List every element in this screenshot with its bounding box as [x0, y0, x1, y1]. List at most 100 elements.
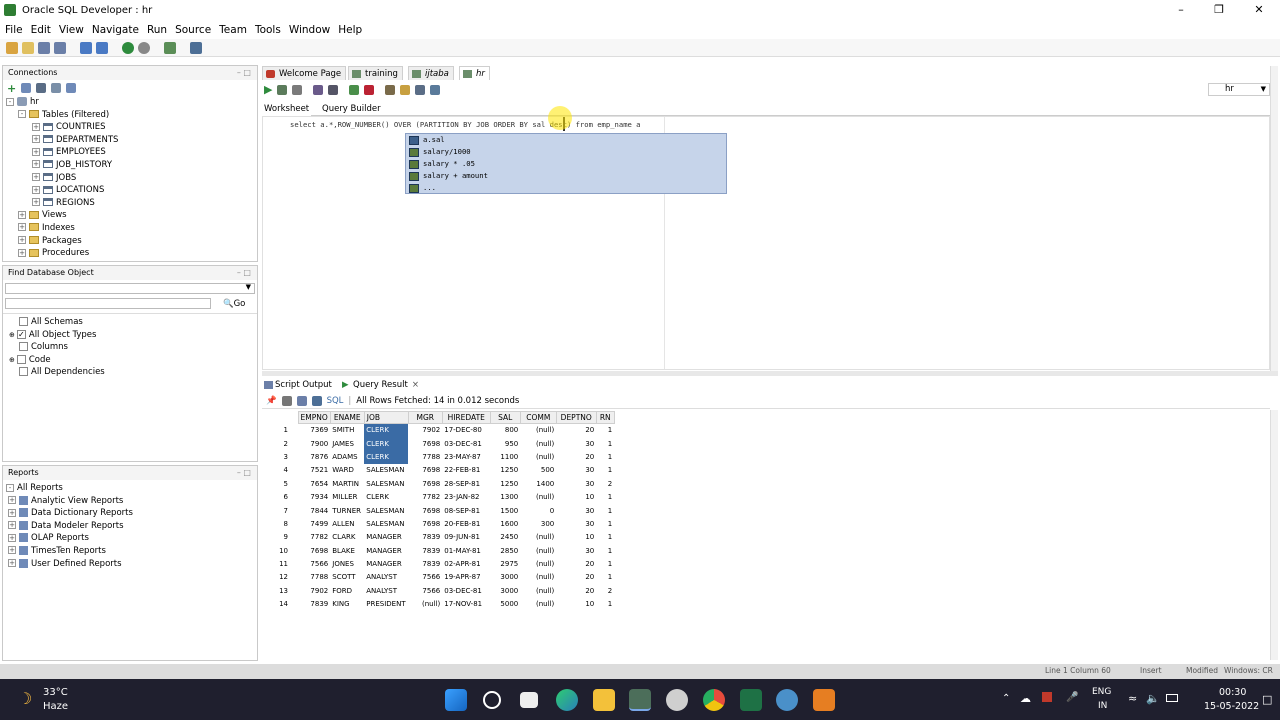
- table-row[interactable]: 6 7934 MILLER CLERK 7782 23-JAN-82 1300 (null) 1…: [262, 490, 614, 503]
- cell-rn[interactable]: 1: [596, 490, 614, 503]
- cell-hiredate[interactable]: 23-MAY-87: [442, 450, 490, 463]
- new-icon[interactable]: [6, 41, 18, 54]
- cell-job[interactable]: MANAGER: [364, 531, 408, 544]
- cell-sal[interactable]: 3000: [490, 584, 520, 597]
- cell-hiredate[interactable]: 03-DEC-81: [442, 584, 490, 597]
- cell-hiredate[interactable]: 17-NOV-81: [442, 598, 490, 611]
- menu-source[interactable]: Source: [175, 24, 211, 36]
- cell-hiredate[interactable]: 28-SEP-81: [442, 477, 490, 490]
- cell-sal[interactable]: 2450: [490, 531, 520, 544]
- cell-rn[interactable]: 1: [596, 544, 614, 557]
- cell-mgr[interactable]: 7902: [408, 424, 442, 437]
- cell-mgr[interactable]: 7788: [408, 450, 442, 463]
- cell-deptno[interactable]: 10: [556, 598, 596, 611]
- autocomplete-item[interactable]: salary * .05: [406, 158, 726, 170]
- result-scrollbar[interactable]: [1270, 410, 1278, 660]
- cell-mgr[interactable]: 7839: [408, 531, 442, 544]
- col-empno[interactable]: EMPNO: [297, 411, 331, 424]
- cell-rn[interactable]: 1: [596, 437, 614, 450]
- cell-sal[interactable]: 1300: [490, 490, 520, 503]
- tree-node-packages[interactable]: + Packages: [6, 235, 257, 248]
- run-statement-icon[interactable]: ▶: [264, 83, 272, 96]
- table-node[interactable]: + DEPARTMENTS: [6, 134, 257, 147]
- row-number[interactable]: 7: [262, 504, 298, 517]
- report-node[interactable]: + User Defined Reports: [6, 558, 257, 571]
- cell-mgr[interactable]: (null): [408, 598, 442, 611]
- row-number[interactable]: 5: [262, 477, 298, 490]
- menu-edit[interactable]: Edit: [31, 24, 51, 36]
- cell-sal[interactable]: 1600: [490, 517, 520, 530]
- cell-rn[interactable]: 1: [596, 464, 614, 477]
- autocomplete-item[interactable]: a.sal: [406, 134, 726, 146]
- table-row[interactable]: 1 7369 SMITH CLERK 7902 17-DEC-80 800 (null) 20 1: [262, 423, 614, 437]
- clear-icon[interactable]: [400, 84, 411, 95]
- close-button[interactable]: ✕: [1240, 0, 1278, 20]
- subtab-query-builder[interactable]: Query Builder: [322, 102, 381, 116]
- cell-hiredate[interactable]: 01-MAY-81: [442, 544, 490, 557]
- expand-icon[interactable]: ⊕: [9, 331, 15, 339]
- splitter[interactable]: [262, 371, 1278, 376]
- expand-icon[interactable]: +: [18, 236, 26, 245]
- expand-icon[interactable]: +: [8, 521, 16, 530]
- search-icon[interactable]: [483, 691, 501, 709]
- schema-browser-icon[interactable]: [51, 83, 62, 93]
- cell-comm[interactable]: (null): [520, 598, 556, 611]
- collapse-icon[interactable]: -: [18, 110, 26, 119]
- cell-ename[interactable]: FORD: [330, 584, 364, 597]
- cell-rn[interactable]: 1: [596, 598, 614, 611]
- settings-gear-icon[interactable]: [666, 689, 688, 711]
- report-node[interactable]: - All Reports: [6, 482, 257, 495]
- tree-node-hr[interactable]: - hr: [6, 96, 257, 109]
- cell-mgr[interactable]: 7698: [408, 437, 442, 450]
- table-node[interactable]: + REGIONS: [6, 197, 257, 210]
- cell-mgr[interactable]: 7839: [408, 544, 442, 557]
- row-number[interactable]: 4: [262, 464, 298, 477]
- cell-deptno[interactable]: 30: [556, 544, 596, 557]
- add-connection-icon[interactable]: +: [7, 82, 16, 95]
- undo-icon[interactable]: [80, 41, 92, 54]
- battery-icon[interactable]: [1166, 694, 1178, 702]
- cell-ename[interactable]: SCOTT: [330, 571, 364, 584]
- cell-job[interactable]: CLERK: [364, 423, 409, 437]
- cell-empno[interactable]: 7521: [298, 464, 330, 477]
- cell-job[interactable]: SALESMAN: [364, 517, 408, 530]
- row-number[interactable]: 2: [262, 437, 298, 450]
- cell-hiredate[interactable]: 03-DEC-81: [442, 437, 490, 450]
- panel-controls[interactable]: – □: [237, 66, 251, 80]
- panel-controls[interactable]: – □: [237, 466, 251, 480]
- cell-hiredate[interactable]: 09-JUN-81: [442, 531, 490, 544]
- sql-button[interactable]: SQL: [327, 396, 344, 406]
- cell-job[interactable]: MANAGER: [364, 557, 408, 570]
- cell-empno[interactable]: 7782: [298, 531, 330, 544]
- go-button[interactable]: 🔍Go: [223, 299, 245, 309]
- cell-deptno[interactable]: 30: [556, 504, 596, 517]
- cell-deptno[interactable]: 20: [556, 424, 596, 437]
- col-comm[interactable]: COMM: [519, 411, 557, 424]
- collapse-icon[interactable]: -: [6, 97, 14, 106]
- autocomplete-item[interactable]: salary/1000: [406, 146, 726, 158]
- row-number[interactable]: 14: [262, 598, 298, 611]
- cell-empno[interactable]: 7839: [298, 598, 330, 611]
- save-icon[interactable]: [38, 41, 50, 54]
- cell-comm[interactable]: 0: [520, 504, 556, 517]
- expand-icon[interactable]: +: [32, 122, 40, 131]
- weather-moon-icon[interactable]: ☽: [18, 689, 32, 708]
- menu-navigate[interactable]: Navigate: [92, 24, 139, 36]
- table-row[interactable]: 8 7499 ALLEN SALESMAN 7698 20-FEB-81 1600 300 30…: [262, 517, 614, 530]
- cell-mgr[interactable]: 7566: [408, 584, 442, 597]
- table-row[interactable]: 10 7698 BLAKE MANAGER 7839 01-MAY-81 2850 (null…: [262, 544, 614, 557]
- expand-icon[interactable]: +: [32, 198, 40, 207]
- sql-code[interactable]: select a.*,ROW_NUMBER() OVER (PARTITION …: [290, 120, 641, 129]
- table-node[interactable]: + JOBS: [6, 172, 257, 185]
- language-indicator[interactable]: ENG: [1092, 687, 1111, 697]
- expand-icon[interactable]: +: [32, 135, 40, 144]
- cell-comm[interactable]: 300: [520, 517, 556, 530]
- menu-help[interactable]: Help: [338, 24, 362, 36]
- cell-hiredate[interactable]: 17-DEC-80: [442, 424, 490, 437]
- excel-icon[interactable]: [740, 689, 762, 711]
- cell-rn[interactable]: 1: [596, 517, 614, 530]
- cell-deptno[interactable]: 20: [556, 571, 596, 584]
- table-node[interactable]: + COUNTRIES: [6, 121, 257, 134]
- cell-comm[interactable]: (null): [520, 571, 556, 584]
- cell-rn[interactable]: 1: [596, 504, 614, 517]
